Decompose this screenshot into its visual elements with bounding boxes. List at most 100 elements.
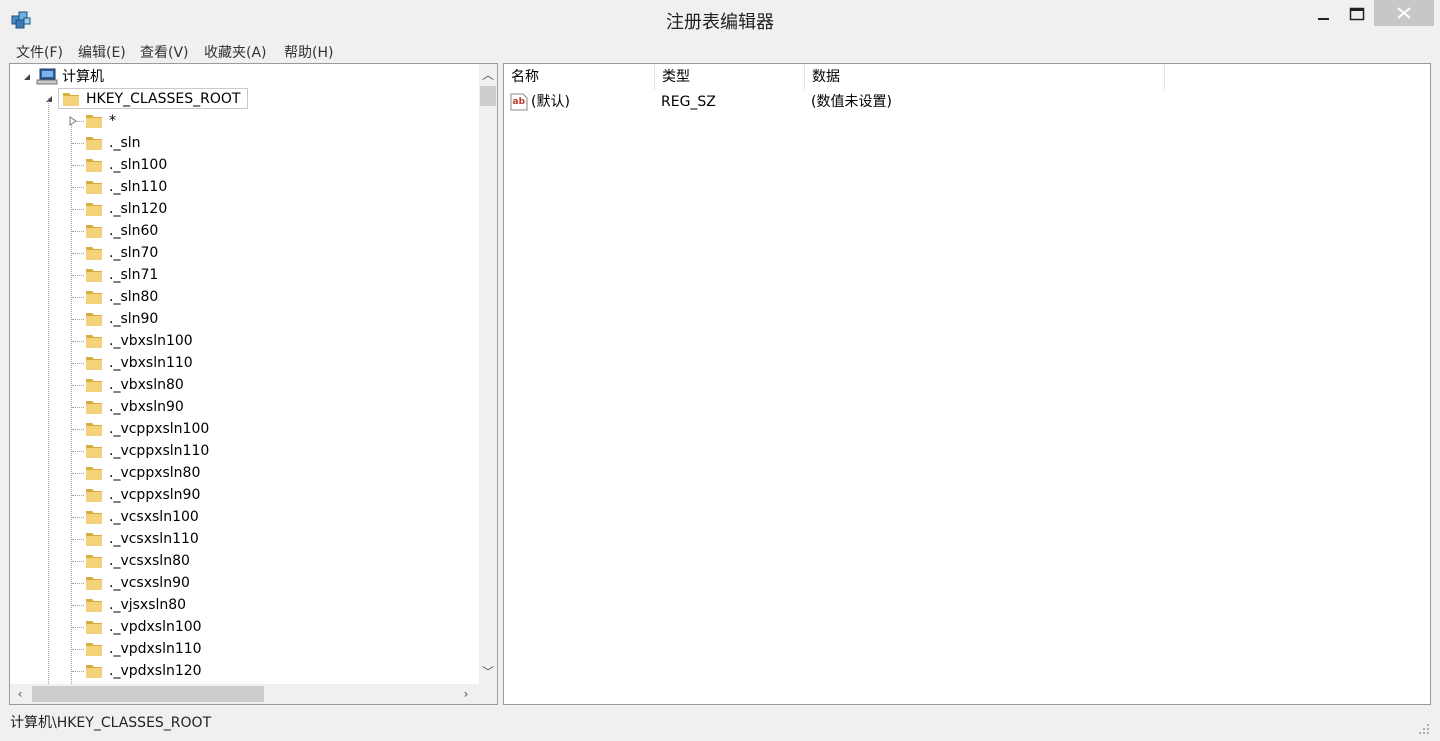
maximize-button[interactable] [1341, 0, 1375, 28]
scroll-right-icon[interactable]: › [458, 686, 474, 702]
collapse-arrow-icon[interactable] [22, 72, 32, 82]
svg-text:ab: ab [513, 97, 526, 107]
folder-icon [86, 379, 102, 392]
tree-item-key[interactable]: ._vcsxsln80 [10, 550, 480, 572]
registry-tree-pane[interactable]: 计算机 HKEY_CLASSES_ROOT * ._sln ._sln100 ._sl… [9, 63, 498, 705]
folder-icon [86, 335, 102, 348]
tree-guide-line [72, 297, 84, 298]
value-row[interactable]: ab (默认) REG_SZ (数值未设置) [504, 90, 1430, 114]
tree-guide-line [72, 363, 84, 364]
expand-arrow-icon[interactable] [68, 116, 78, 126]
tree-item-key[interactable]: ._sln60 [10, 220, 480, 242]
column-header-name[interactable]: 名称 [504, 64, 655, 90]
folder-icon [86, 401, 102, 414]
tree-item-key[interactable]: ._sln110 [10, 176, 480, 198]
folder-icon [86, 115, 102, 128]
menu-file[interactable]: 文件(F) [16, 42, 63, 62]
minimize-button[interactable] [1307, 0, 1341, 28]
tree-guide-line [72, 605, 84, 606]
tree-item-key[interactable]: ._sln120 [10, 198, 480, 220]
tree-vertical-scrollbar[interactable]: ︿ ﹀ [479, 64, 497, 684]
tree-item-key[interactable]: ._sln [10, 132, 480, 154]
column-header-type[interactable]: 类型 [655, 64, 805, 90]
tree-item-key[interactable]: ._vcppxsln80 [10, 462, 480, 484]
tree-item-label: ._sln80 [109, 289, 159, 305]
horizontal-scroll-thumb[interactable] [32, 686, 264, 702]
tree-guide-line [72, 473, 84, 474]
tree-horizontal-scrollbar[interactable]: ‹ › [10, 684, 480, 704]
tree-item-key[interactable]: ._sln70 [10, 242, 480, 264]
tree-guide-line [72, 429, 84, 430]
tree-item-key[interactable]: ._vcppxsln100 [10, 418, 480, 440]
scroll-left-icon[interactable]: ‹ [12, 686, 28, 702]
tree-guide-line [72, 341, 84, 342]
tree-item-key[interactable]: ._vcppxsln110 [10, 440, 480, 462]
registry-values-pane[interactable]: 名称 类型 数据 ab (默认) REG_SZ (数值未设置) [503, 63, 1431, 705]
tree-item-key[interactable]: ._vbxsln100 [10, 330, 480, 352]
scroll-up-icon[interactable]: ︿ [480, 67, 496, 83]
tree-guide-line [72, 209, 84, 210]
tree-item-key[interactable]: * [10, 110, 480, 132]
menu-view[interactable]: 查看(V) [140, 42, 189, 62]
tree-item-key[interactable]: ._vcppxsln90 [10, 484, 480, 506]
status-path: 计算机\HKEY_CLASSES_ROOT [10, 715, 212, 731]
folder-icon [86, 489, 102, 502]
tree-item-computer[interactable]: 计算机 [10, 66, 480, 88]
folder-icon [86, 511, 102, 524]
tree-item-label: ._vcsxsln80 [109, 553, 190, 569]
tree-guide-line [72, 319, 84, 320]
menu-edit[interactable]: 编辑(E) [78, 42, 126, 62]
tree-item-key[interactable]: ._vcsxsln110 [10, 528, 480, 550]
tree-guide-line [72, 517, 84, 518]
tree-item-key[interactable]: ._vpdxsln100 [10, 616, 480, 638]
tree-item-hkey-classes-root[interactable]: HKEY_CLASSES_ROOT [10, 88, 480, 110]
column-header-data[interactable]: 数据 [805, 64, 1165, 90]
title-bar: 注册表编辑器 [0, 0, 1440, 38]
tree-guide-line [72, 253, 84, 254]
tree-item-label: ._vbxsln90 [109, 399, 184, 415]
collapse-arrow-icon[interactable] [44, 94, 54, 104]
tree-guide-line [72, 275, 84, 276]
folder-icon [86, 467, 102, 480]
scroll-down-icon[interactable]: ﹀ [480, 664, 496, 680]
close-icon [1397, 7, 1411, 19]
tree-guide-line [72, 407, 84, 408]
menu-bar: 文件(F) 编辑(E) 查看(V) 收藏夹(A) 帮助(H) [0, 38, 1440, 62]
menu-favorites[interactable]: 收藏夹(A) [204, 42, 267, 62]
tree-item-label: ._sln100 [109, 157, 168, 173]
vertical-scroll-thumb[interactable] [480, 86, 496, 106]
string-value-icon: ab [510, 93, 528, 111]
tree-item-label: HKEY_CLASSES_ROOT [86, 91, 241, 107]
tree-item-label: ._vcsxsln100 [109, 509, 199, 525]
tree-item-label: ._sln [109, 135, 141, 151]
tree-item-key[interactable]: ._vbxsln110 [10, 352, 480, 374]
tree-item-label: ._vbxsln110 [109, 355, 193, 371]
close-button[interactable] [1374, 0, 1434, 26]
tree-item-key[interactable]: ._sln90 [10, 308, 480, 330]
folder-icon [86, 247, 102, 260]
tree-item-label: ._vjsxsln80 [109, 597, 187, 613]
tree-item-label: ._sln71 [109, 267, 159, 283]
tree-item-key[interactable]: ._vbxsln80 [10, 374, 480, 396]
tree-item-key[interactable]: ._sln80 [10, 286, 480, 308]
menu-help[interactable]: 帮助(H) [284, 42, 333, 62]
tree-item-key[interactable]: ._sln100 [10, 154, 480, 176]
tree-item-key[interactable]: ._sln71 [10, 264, 480, 286]
tree-item-label: ._vcppxsln80 [109, 465, 201, 481]
tree-item-key[interactable]: ._vbxsln90 [10, 396, 480, 418]
computer-icon [36, 68, 58, 85]
tree-guide-line [72, 231, 84, 232]
tree-item-key[interactable]: ._vcsxsln100 [10, 506, 480, 528]
tree-item-key[interactable]: ._vcsxsln90 [10, 572, 480, 594]
tree-item-key[interactable]: ._vpdxsln120 [10, 660, 480, 682]
tree-item-label: ._vcsxsln90 [109, 575, 190, 591]
tree-guide-line [72, 649, 84, 650]
resize-grip-icon[interactable] [1418, 723, 1430, 735]
folder-icon [63, 93, 79, 106]
tree-item-key[interactable]: ._vjsxsln80 [10, 594, 480, 616]
tree-item-label: ._vpdxsln110 [109, 641, 202, 657]
window-title: 注册表编辑器 [666, 12, 774, 33]
tree-item-key[interactable]: ._vpdxsln110 [10, 638, 480, 660]
value-type: REG_SZ [661, 94, 716, 110]
folder-icon [86, 599, 102, 612]
